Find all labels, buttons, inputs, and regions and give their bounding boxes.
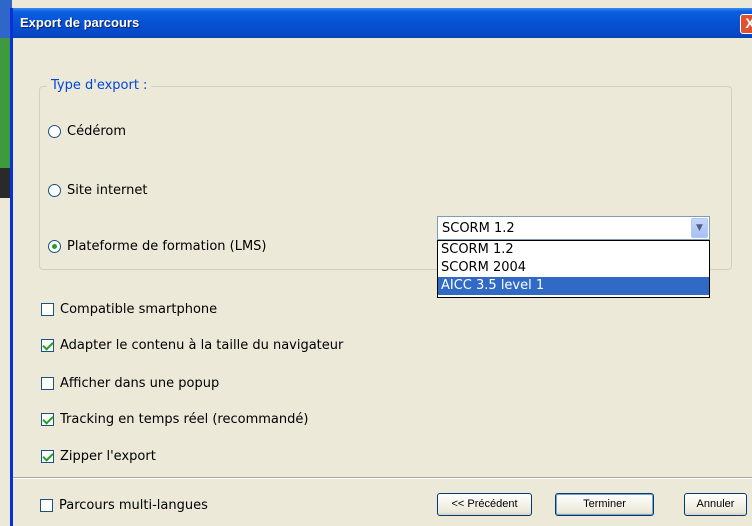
dropdown-option-scorm-2004[interactable]: SCORM 2004 (438, 259, 709, 277)
title-bar[interactable]: Export de parcours (13, 8, 752, 38)
checkbox-tracking[interactable]: Tracking en temps réel (recommandé) (41, 410, 308, 428)
checkbox-multi-langues-box[interactable] (40, 498, 53, 512)
checkbox-multi-langues[interactable]: Parcours multi-langues (40, 496, 208, 514)
radio-lms-label: Plateforme de formation (LMS) (67, 238, 267, 254)
lms-standard-select-value: SCORM 1.2 (442, 220, 515, 236)
footer-separator (13, 477, 752, 479)
checkbox-tracking-box[interactable] (41, 412, 54, 426)
checkbox-adapter-contenu-box[interactable] (41, 338, 54, 352)
radio-cederom-circle[interactable] (48, 124, 61, 138)
checkbox-compatible-smartphone[interactable]: Compatible smartphone (41, 300, 217, 318)
chevron-down-icon[interactable]: ▼ (691, 218, 708, 238)
dropdown-option-scorm-12[interactable]: SCORM 1.2 (438, 241, 709, 259)
radio-cederom[interactable]: Cédérom (48, 122, 126, 140)
radio-site-internet[interactable]: Site internet (48, 181, 148, 199)
checkbox-afficher-popup-box[interactable] (41, 376, 54, 390)
checkbox-tracking-label: Tracking en temps réel (recommandé) (60, 411, 309, 427)
previous-button[interactable]: << Précédent (437, 493, 532, 516)
checkbox-afficher-popup-label: Afficher dans une popup (60, 375, 220, 391)
dropdown-option-aicc[interactable]: AICC 3.5 level 1 (438, 277, 709, 295)
checkbox-compatible-smartphone-box[interactable] (41, 302, 54, 316)
checkbox-adapter-contenu[interactable]: Adapter le contenu à la taille du naviga… (41, 336, 343, 354)
checkbox-multi-langues-label: Parcours multi-langues (59, 497, 208, 513)
finish-button[interactable]: Terminer (555, 493, 654, 516)
radio-lms[interactable]: Plateforme de formation (LMS) (48, 237, 267, 255)
radio-cederom-label: Cédérom (67, 123, 127, 139)
checkbox-adapter-contenu-label: Adapter le contenu à la taille du naviga… (60, 337, 344, 353)
checkbox-zipper[interactable]: Zipper l'export (41, 447, 156, 465)
close-button[interactable]: X (740, 14, 752, 34)
radio-site-internet-label: Site internet (67, 182, 148, 198)
checkbox-compatible-smartphone-label: Compatible smartphone (60, 301, 218, 317)
lms-standard-select[interactable]: SCORM 1.2 ▼ (437, 216, 710, 240)
cancel-button[interactable]: Annuler (684, 493, 747, 516)
checkbox-afficher-popup[interactable]: Afficher dans une popup (41, 374, 219, 392)
radio-site-internet-circle[interactable] (48, 183, 61, 197)
export-type-legend: Type d'export : (47, 78, 152, 93)
radio-lms-circle[interactable] (48, 239, 61, 253)
checkbox-zipper-label: Zipper l'export (60, 448, 156, 464)
window-title: Export de parcours (20, 15, 140, 30)
lms-standard-dropdown: SCORM 1.2 SCORM 2004 AICC 3.5 level 1 (437, 240, 710, 298)
checkbox-zipper-box[interactable] (41, 449, 54, 463)
